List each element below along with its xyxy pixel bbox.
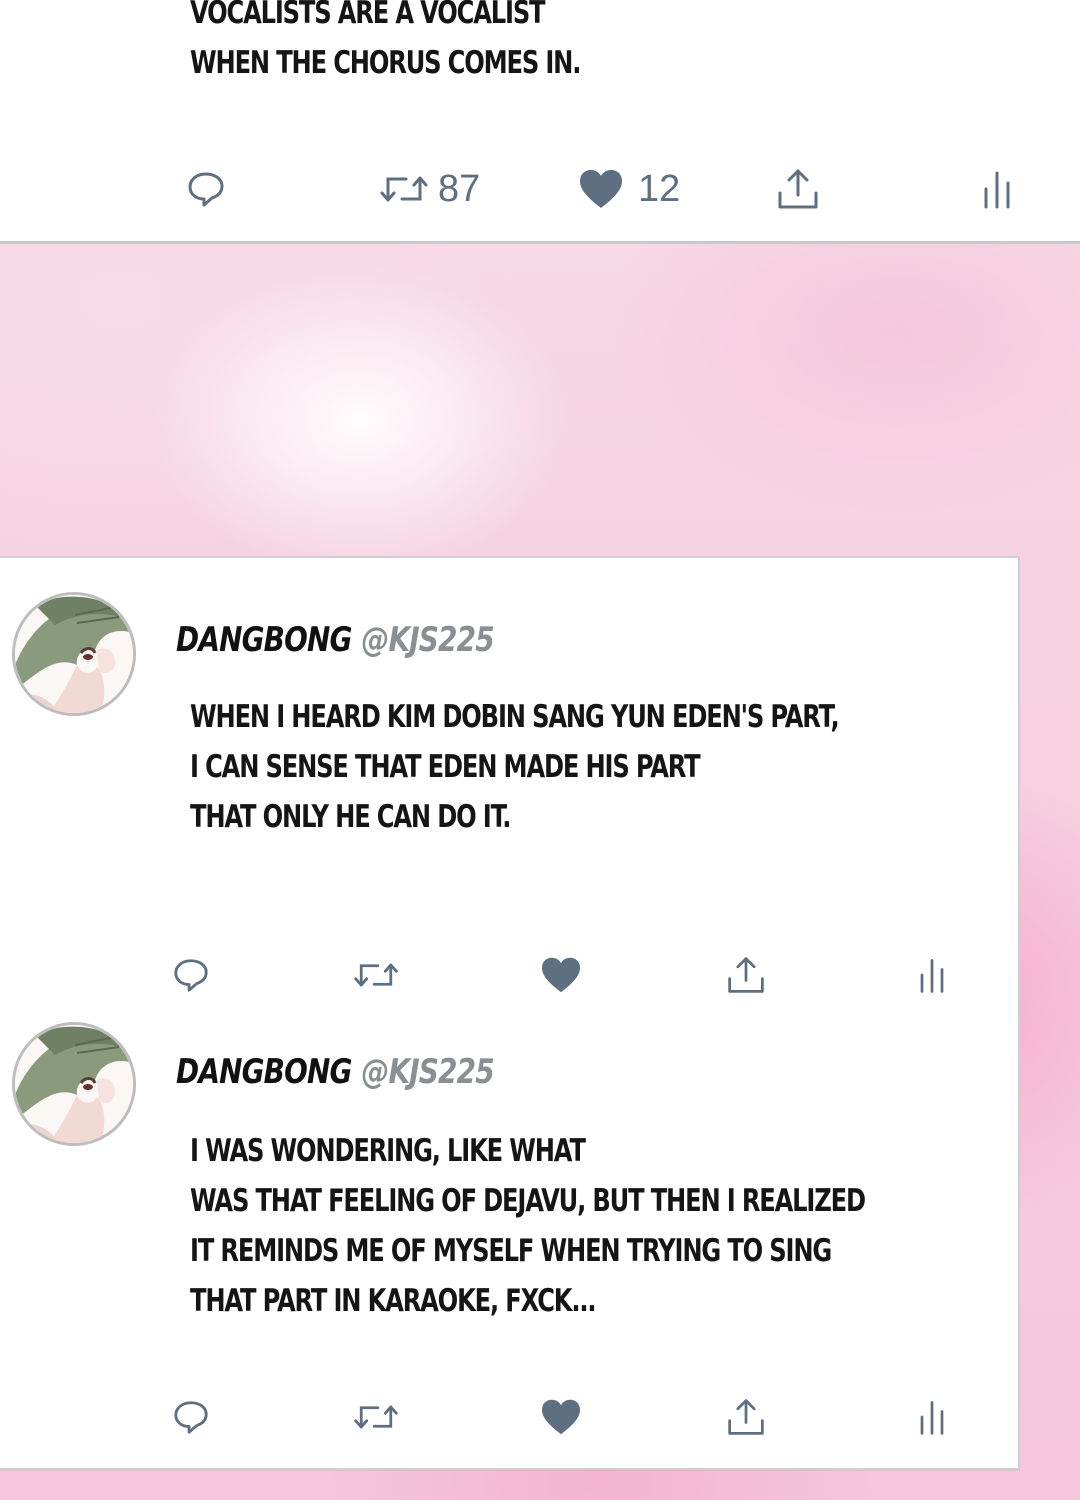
retweet-icon xyxy=(378,169,430,209)
analytics-icon xyxy=(918,955,946,995)
tweet-card-1: VOCALISTS ARE A VOCALIST WHEN THE CHORUS… xyxy=(0,0,1080,244)
reply-button[interactable] xyxy=(172,950,210,1000)
heart-icon xyxy=(540,1398,582,1436)
avatar-illustration xyxy=(15,1025,133,1143)
tweet-text-line: I CAN SENSE THAT EDEN MADE HIS PART xyxy=(190,749,701,785)
analytics-icon xyxy=(918,1397,946,1437)
reply-icon xyxy=(172,1398,210,1436)
tweet-text-line: WAS THAT FEELING OF DEJAVU, BUT THEN I R… xyxy=(190,1183,866,1219)
tweet-text-line: VOCALISTS ARE A VOCALIST xyxy=(190,0,546,31)
share-icon xyxy=(726,1397,766,1437)
tweet-actions: 87 12 xyxy=(0,164,1080,214)
tweet-text-line: WHEN THE CHORUS COMES IN. xyxy=(190,45,581,81)
retweet-count: 87 xyxy=(438,167,481,210)
retweet-button[interactable]: 87 xyxy=(378,164,480,214)
tweet-author[interactable]: DANGBONG @KJS225 xyxy=(176,1052,495,1092)
tweet-text-line: WHEN I HEARD KIM DOBIN SANG YUN EDEN'S P… xyxy=(190,699,840,735)
analytics-button[interactable] xyxy=(918,950,946,1000)
tweet-author[interactable]: DANGBONG @KJS225 xyxy=(176,620,495,660)
author-handle: @KJS225 xyxy=(361,1052,494,1092)
like-count: 12 xyxy=(638,167,681,210)
retweet-icon xyxy=(352,956,400,994)
tweet-text-line: THAT ONLY HE CAN DO IT. xyxy=(190,799,511,835)
analytics-button[interactable] xyxy=(918,1392,946,1442)
tweet-actions xyxy=(0,1392,1020,1442)
tweet-text-line: THAT PART IN KARAOKE, FXCK... xyxy=(190,1283,597,1319)
retweet-button[interactable] xyxy=(352,950,400,1000)
share-button[interactable] xyxy=(776,164,820,214)
share-button[interactable] xyxy=(726,1392,766,1442)
analytics-icon xyxy=(982,167,1012,211)
like-button[interactable]: 12 xyxy=(578,164,680,214)
author-name: DANGBONG xyxy=(176,620,352,660)
share-icon xyxy=(776,167,820,211)
tweet-text-line: I WAS WONDERING, LIKE WHAT xyxy=(190,1133,586,1169)
reply-button[interactable] xyxy=(186,164,226,214)
like-button[interactable] xyxy=(540,950,582,1000)
retweet-button[interactable] xyxy=(352,1392,400,1442)
avatar-illustration xyxy=(15,595,133,713)
like-button[interactable] xyxy=(540,1392,582,1442)
tweet-text-line: IT REMINDS ME OF MYSELF WHEN TRYING TO S… xyxy=(190,1233,832,1269)
tweet-card-2: DANGBONG @KJS225 WHEN I HEARD KIM DOBIN S… xyxy=(0,556,1020,1470)
tweet-text: I WAS WONDERING, LIKE WHAT WAS THAT FEEL… xyxy=(190,1126,866,1326)
tweet-text: WHEN I HEARD KIM DOBIN SANG YUN EDEN'S P… xyxy=(190,692,840,842)
author-name: DANGBONG xyxy=(176,1052,352,1092)
share-icon xyxy=(726,955,766,995)
reply-icon xyxy=(172,956,210,994)
analytics-button[interactable] xyxy=(982,164,1012,214)
reply-button[interactable] xyxy=(172,1392,210,1442)
avatar[interactable] xyxy=(12,1022,136,1146)
author-handle: @KJS225 xyxy=(361,620,494,660)
tweet-text: VOCALISTS ARE A VOCALIST WHEN THE CHORUS… xyxy=(190,0,581,88)
heart-icon xyxy=(578,168,624,210)
avatar[interactable] xyxy=(12,592,136,716)
retweet-icon xyxy=(352,1398,400,1436)
share-button[interactable] xyxy=(726,950,766,1000)
tweet-actions xyxy=(0,950,1020,1000)
reply-icon xyxy=(186,169,226,209)
heart-icon xyxy=(540,956,582,994)
